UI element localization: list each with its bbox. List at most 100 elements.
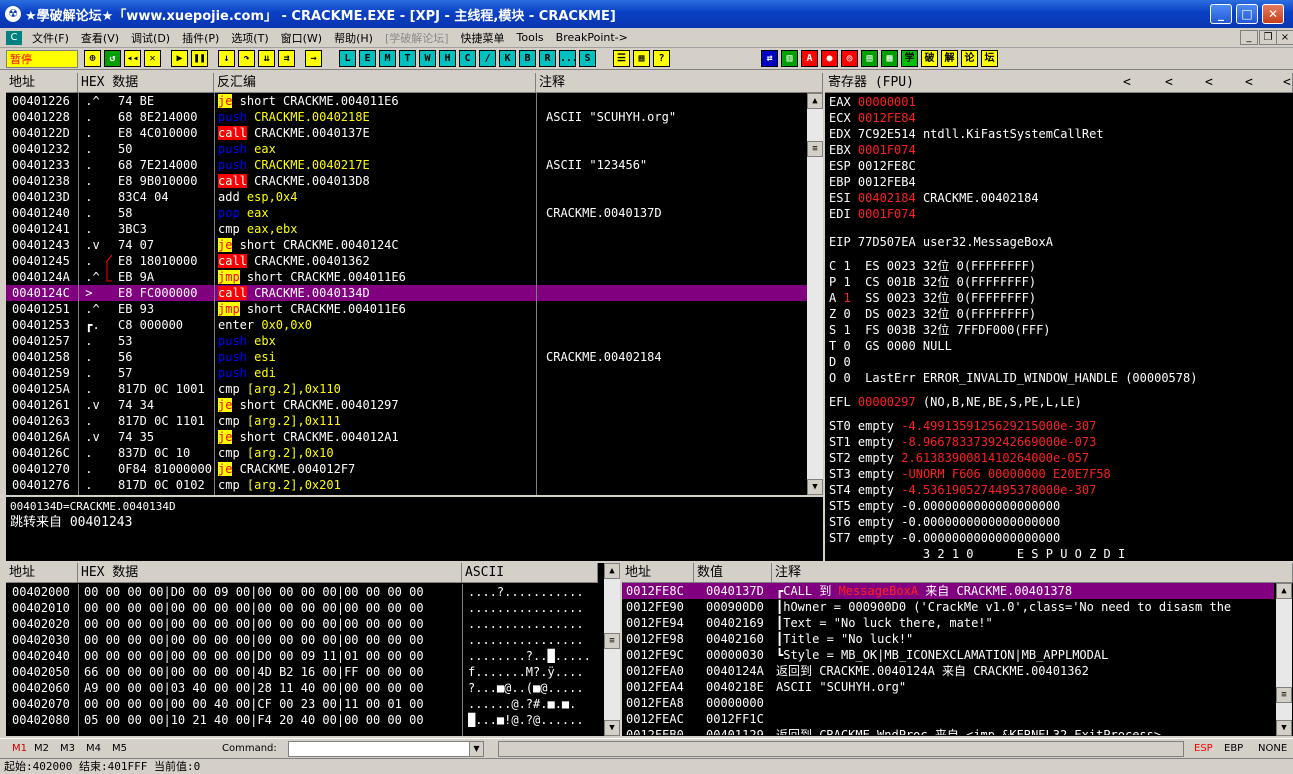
dump-scroll-down-icon[interactable]: ▼ (604, 720, 620, 736)
dump-scroll-thumb[interactable]: ≡ (604, 633, 620, 649)
help-icon[interactable]: ? (653, 50, 670, 67)
fpu-register-row[interactable]: ST7 empty -0.0000000000000000000 (829, 530, 1060, 546)
flag-segment-row[interactable]: P 1 CS 001B 32位 0(FFFFFFFF) (829, 274, 1036, 290)
menu-help[interactable]: 帮助(H) (328, 30, 379, 46)
flag-segment-row[interactable]: T 0 GS 0000 NULL (829, 338, 952, 354)
register-value[interactable]: 00000001 (858, 95, 916, 109)
none-toggle[interactable]: NONE (1258, 743, 1287, 754)
run-icon[interactable]: ▶ (171, 50, 188, 67)
fpu-register-row[interactable]: ST0 empty -4.4991359125629215000e-307 (829, 418, 1096, 434)
disasm-row[interactable]: 00401258 . 56 push esi CRACKME.00402184 (6, 349, 813, 365)
fpu-value[interactable]: -0.0000000000000000000 (901, 531, 1060, 545)
menu-options[interactable]: 选项(T) (225, 30, 274, 46)
col-header-hex[interactable]: HEX 数据 (78, 73, 214, 93)
dump-row[interactable]: 00402000 00 00 00 00|D0 00 09 00|00 00 00… (6, 584, 598, 600)
fpu-value[interactable]: -0.0000000000000000000 (901, 515, 1060, 529)
col-header-address[interactable]: 地址 (6, 73, 78, 93)
reg-arrow-1[interactable]: < (1123, 73, 1131, 92)
flag-segment-row[interactable]: Z 0 DS 0023 32位 0(FFFFFFFF) (829, 306, 1036, 322)
register-ebp[interactable]: EBP 0012FEB4 (829, 174, 916, 190)
register-esp[interactable]: ESP 0012FE8C (829, 158, 916, 174)
dump-pane[interactable]: 地址 HEX 数据 ASCII 00402000 00 00 00 00|D0 0… (6, 563, 620, 736)
toolbar-letter-m[interactable]: M (379, 50, 396, 67)
disasm-row[interactable]: 0040122D . E8 4C010000 call CRACKME.004013… (6, 125, 813, 141)
menu-view[interactable]: 查看(V) (75, 30, 125, 46)
list-icon[interactable]: ☰ (613, 50, 630, 67)
dump-header-ascii[interactable]: ASCII (462, 563, 598, 583)
fpu-value[interactable]: 2.6138390081410264000e-057 (901, 451, 1089, 465)
register-value[interactable]: 0012FE8C (858, 159, 916, 173)
toolbar-brand-xue[interactable]: 学 (901, 50, 918, 67)
mdi-minimize-button[interactable]: _ (1240, 30, 1258, 45)
m4-tab[interactable]: M4 (86, 743, 112, 754)
grid-icon[interactable]: ▦ (633, 50, 650, 67)
m2-tab[interactable]: M2 (34, 743, 60, 754)
fpu-register-row[interactable]: ST5 empty -0.0000000000000000000 (829, 498, 1060, 514)
dump-scroll-up-icon[interactable]: ▲ (604, 563, 620, 579)
menu-debug[interactable]: 调试(D) (125, 30, 176, 46)
disasm-row[interactable]: 00401257 . 53 push ebx (6, 333, 813, 349)
toolbar-brand-tan[interactable]: 坛 (981, 50, 998, 67)
refresh-icon[interactable]: ⇄ (761, 50, 778, 67)
disasm-row[interactable]: 0040124C > E8 FC000000 call CRACKME.004013… (6, 285, 813, 301)
toolbar-letter-s[interactable]: S (579, 50, 596, 67)
toolbar-brand-jie[interactable]: 解 (941, 50, 958, 67)
toolbar-letter-dots[interactable]: ... (559, 50, 578, 67)
registers-header[interactable]: 寄存器 (FPU) < < < < < (825, 73, 1293, 93)
disasm-row[interactable]: 0040123D . 83C4 04 add esp,0x4 (6, 189, 813, 205)
toolbar-brand-lun[interactable]: 论 (961, 50, 978, 67)
mdi-icon[interactable]: C (6, 30, 22, 45)
execute-till-return-icon[interactable]: → (305, 50, 322, 67)
m5-tab[interactable]: M5 (112, 743, 138, 754)
disasm-row[interactable]: 0040126C . 837D 0C 10 cmp [arg.2],0x10 (6, 445, 813, 461)
disasm-row[interactable]: 00401233 . 68 7E214000 push CRACKME.004021… (6, 157, 813, 173)
toolbar-letter-l[interactable]: L (339, 50, 356, 67)
mdi-restore-button[interactable]: ❐ (1259, 30, 1277, 45)
stack-row[interactable]: 0012FEA0 0040124A 返回到 CRACKME.0040124A 来自 … (622, 663, 1274, 679)
fpu-value[interactable]: -8.9667833739242669000e-073 (901, 435, 1096, 449)
disasm-row[interactable]: 00401228 . 68 8E214000 push CRACKME.004021… (6, 109, 813, 125)
disasm-row[interactable]: 00401251 .^ EB 93 jmp short CRACKME.004011… (6, 301, 813, 317)
command-input[interactable]: ▼ (288, 740, 484, 757)
reg-arrow-2[interactable]: < (1165, 73, 1173, 92)
fpu-value[interactable]: -UNORM F606 00000000 E20E7F58 (901, 467, 1111, 481)
close-debug-icon[interactable]: ✕ (144, 50, 161, 67)
disassembly-pane[interactable]: 地址 HEX 数据 反汇编 注释 00401226 .^ 74 BE je shor… (6, 73, 823, 495)
register-value[interactable]: 0012FE84 (858, 111, 916, 125)
toolbar-letter-h[interactable]: H (439, 50, 456, 67)
disasm-row[interactable]: 00401240 . 58 pop eax CRACKME.0040137D (6, 205, 813, 221)
scroll-thumb[interactable]: ≡ (807, 141, 823, 157)
register-value[interactable]: 7C92E514 (858, 127, 916, 141)
plugin-icon[interactable]: ▥ (781, 50, 798, 67)
flag-segment-row[interactable]: D 0 (829, 354, 851, 370)
menu-file[interactable]: 文件(F) (26, 30, 75, 46)
target-icon[interactable]: ◎ (841, 50, 858, 67)
disasm-row[interactable]: 00401232 . 50 push eax (6, 141, 813, 157)
open-icon[interactable]: ⊕ (84, 50, 101, 67)
step-over-icon[interactable]: ↷ (238, 50, 255, 67)
register-eip[interactable]: EIP 77D507EA user32.MessageBoxA (829, 234, 1053, 250)
stack-row[interactable]: 0012FE9C 00000030 ┗Style = MB_OK|MB_ICONEX… (622, 647, 1274, 663)
toolbar-brand-po[interactable]: 破 (921, 50, 938, 67)
chart-icon[interactable]: ▤ (861, 50, 878, 67)
fpu-value[interactable]: -4.4991359125629215000e-307 (901, 419, 1096, 433)
stack-header-comment[interactable]: 注释 (772, 563, 1293, 583)
stack-row[interactable]: 0012FEAC 0012FF1C (622, 711, 1274, 727)
flag-segment-row[interactable]: A 1 SS 0023 32位 0(FFFFFFFF) (829, 290, 1036, 306)
menu-forum[interactable]: [学破解论坛] (379, 30, 455, 46)
toolbar-letter-r[interactable]: R (539, 50, 556, 67)
restart-icon[interactable]: ↺ (104, 50, 121, 67)
toolbar-letter-e[interactable]: E (359, 50, 376, 67)
disasm-row[interactable]: 00401261 .v 74 34 je short CRACKME.0040129… (6, 397, 813, 413)
ebp-toggle[interactable]: EBP (1224, 743, 1258, 754)
efl-value[interactable]: 00000297 (858, 395, 916, 409)
menu-window[interactable]: 窗口(W) (275, 30, 328, 46)
info-pane[interactable]: 0040134D=CRACKME.0040134D 跳转来自 00401243 (6, 495, 823, 561)
menu-breakpoint[interactable]: BreakPoint-> (550, 31, 634, 44)
flag-segment-row[interactable]: C 1 ES 0023 32位 0(FFFFFFFF) (829, 258, 1036, 274)
stack-header-address[interactable]: 地址 (622, 563, 694, 583)
dump-header-address[interactable]: 地址 (6, 563, 78, 583)
fpu-register-row[interactable]: ST4 empty -4.5361905274495378000e-307 (829, 482, 1096, 498)
fpu-register-row[interactable]: ST1 empty -8.9667833739242669000e-073 (829, 434, 1096, 450)
menu-shortcut[interactable]: 快捷菜单 (455, 30, 511, 46)
